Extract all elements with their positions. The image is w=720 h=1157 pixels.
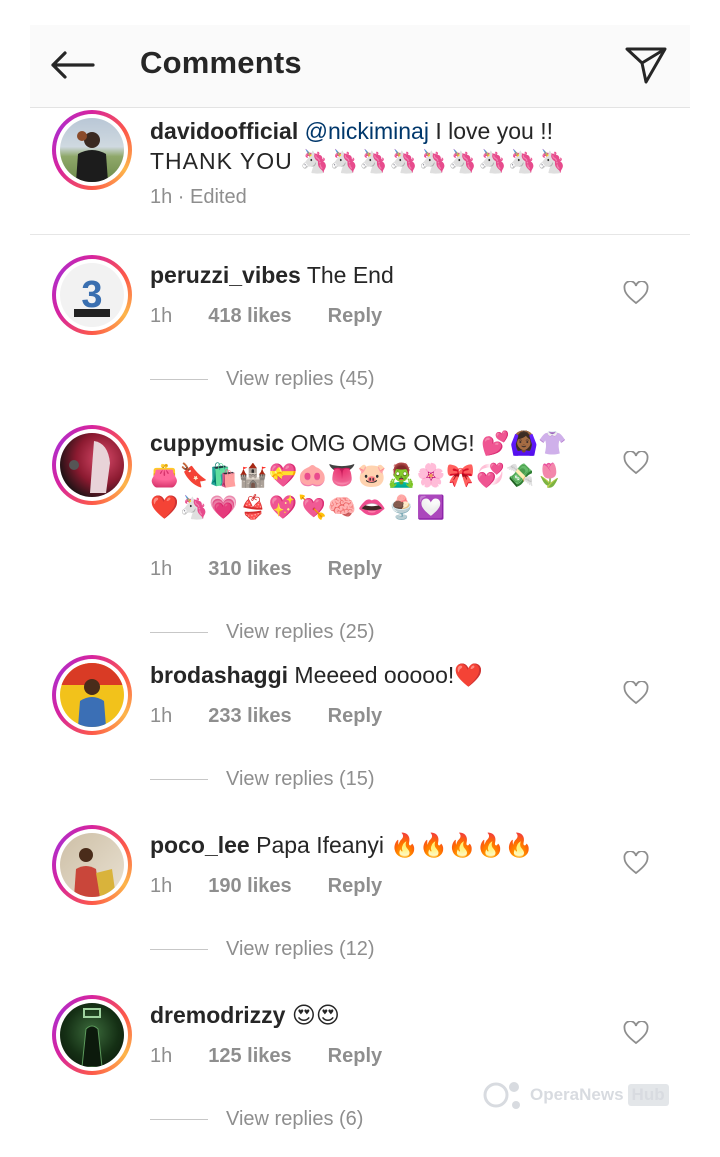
like-button[interactable]	[622, 279, 650, 307]
comment-row: poco_lee Papa Ifeanyi 🔥🔥🔥🔥🔥 1h 190 likes R…	[30, 825, 690, 995]
like-button[interactable]	[622, 849, 650, 877]
like-button[interactable]	[622, 449, 650, 477]
page-title: Comments	[140, 45, 302, 80]
comment-meta: 1h 125 likes Reply	[150, 1045, 382, 1068]
view-replies-button[interactable]: View replies (6)	[150, 1108, 363, 1130]
profile-photo-icon	[69, 441, 110, 493]
profile-photo-icon	[60, 663, 124, 727]
caption-text: davidoofficial @nickiminaj I love you !!…	[150, 116, 620, 176]
reply-button[interactable]: Reply	[328, 1045, 382, 1067]
comment-body: Papa Ifeanyi 🔥🔥🔥🔥🔥	[249, 832, 534, 858]
heart-outline-icon	[623, 451, 649, 475]
mention-link[interactable]: @nickiminaj	[305, 118, 429, 144]
comment-text: brodashaggi Meeeed ooooo!❤️	[150, 659, 600, 691]
caption-meta: 1h · Edited	[150, 186, 247, 208]
replies-divider	[150, 949, 208, 950]
avatar[interactable]	[52, 995, 132, 1075]
reply-button[interactable]: Reply	[328, 305, 382, 327]
comment-time: 1h	[150, 875, 173, 897]
heart-outline-icon	[623, 1021, 649, 1045]
comment-meta: 1h 233 likes Reply	[150, 705, 382, 728]
like-button[interactable]	[622, 1019, 650, 1047]
profile-photo-icon: 3	[74, 274, 110, 317]
view-replies-label: View replies (6)	[226, 1108, 364, 1130]
view-replies-button[interactable]: View replies (25)	[150, 621, 375, 644]
avatar[interactable]	[52, 825, 132, 905]
comment-text: dremodrizzy 😍😍	[150, 999, 600, 1031]
comment-text: cuppymusic OMG OMG OMG! 💕🙆🏾‍♀️👚 👛🔖🛍️🏰💝🐽👅…	[150, 427, 620, 523]
comment-username[interactable]: cuppymusic	[150, 430, 284, 456]
comment-username[interactable]: poco_lee	[150, 832, 250, 858]
replies-divider	[150, 1119, 208, 1120]
profile-photo-icon	[81, 1008, 103, 1067]
comment-body: 😍😍	[285, 1002, 340, 1028]
opera-news-logo-icon	[483, 1082, 520, 1109]
comment-text: peruzzi_vibes The End	[150, 259, 600, 291]
caption-text-line1: I love you !!	[428, 118, 553, 144]
view-replies-button[interactable]: View replies (45)	[150, 368, 375, 391]
comments-screen: Comments davidoofficial @nickiminaj I lo…	[30, 25, 690, 1130]
avatar[interactable]: 3	[52, 255, 132, 335]
like-button[interactable]	[622, 679, 650, 707]
replies-divider	[150, 779, 208, 780]
comment-time: 1h	[150, 1045, 173, 1067]
avatar[interactable]	[52, 655, 132, 735]
caption-username[interactable]: davidoofficial	[150, 118, 298, 144]
likes-count[interactable]: 190 likes	[208, 875, 291, 897]
avatar[interactable]	[52, 110, 132, 190]
view-replies-label: View replies (15)	[226, 768, 375, 790]
likes-count[interactable]: 310 likes	[208, 558, 291, 580]
replies-divider	[150, 632, 208, 633]
view-replies-label: View replies (12)	[226, 938, 375, 960]
likes-count[interactable]: 125 likes	[208, 1045, 291, 1067]
profile-photo-icon	[76, 131, 108, 182]
comment-row: cuppymusic OMG OMG OMG! 💕🙆🏾‍♀️👚 👛🔖🛍️🏰💝🐽👅…	[30, 425, 690, 655]
caption-text-line2: THANK YOU 🦄🦄🦄🦄🦄🦄🦄🦄🦄	[150, 148, 567, 174]
comment-body-line3: ❤️🦄💗👙💖💘🧠👄🍨💟	[150, 494, 447, 520]
view-replies-button[interactable]: View replies (15)	[150, 768, 375, 791]
view-replies-button[interactable]: View replies (12)	[150, 938, 375, 961]
comment-body: The End	[300, 262, 394, 288]
comment-meta: 1h 418 likes Reply	[150, 305, 382, 328]
profile-photo-icon	[74, 848, 116, 897]
reply-button[interactable]: Reply	[328, 558, 382, 580]
comment-body-line2: 👛🔖🛍️🏰💝🐽👅🐷🧟‍♂️🌸🎀💞💸🌷	[150, 462, 565, 488]
comment-username[interactable]: dremodrizzy	[150, 1002, 285, 1028]
arrow-left-icon	[51, 51, 95, 79]
comment-meta: 1h 310 likes Reply	[150, 558, 382, 581]
comment-time: 1h	[150, 558, 173, 580]
send-icon	[625, 47, 667, 84]
reply-button[interactable]: Reply	[328, 875, 382, 897]
watermark-brand: OperaNews	[530, 1085, 624, 1104]
comment-body: Meeeed ooooo!❤️	[288, 662, 483, 688]
watermark-suffix: Hub	[627, 1084, 669, 1106]
comment-row: 3 peruzzi_vibes The End 1h 418 likes Reply…	[30, 255, 690, 425]
comment-text: poco_lee Papa Ifeanyi 🔥🔥🔥🔥🔥	[150, 829, 600, 861]
comment-time: 1h	[150, 705, 173, 727]
likes-count[interactable]: 233 likes	[208, 705, 291, 727]
likes-count[interactable]: 418 likes	[208, 305, 291, 327]
comment-meta: 1h 190 likes Reply	[150, 875, 382, 898]
heart-outline-icon	[623, 681, 649, 705]
comment-username[interactable]: brodashaggi	[150, 662, 288, 688]
comment-body: OMG OMG OMG! 💕🙆🏾‍♀️👚	[284, 430, 567, 456]
comment-time: 1h	[150, 305, 173, 327]
top-bar: Comments	[30, 25, 690, 108]
view-replies-label: View replies (45)	[226, 368, 375, 390]
post-caption: davidoofficial @nickiminaj I love you !!…	[30, 108, 690, 235]
back-button[interactable]	[48, 43, 96, 87]
view-replies-label: View replies (25)	[226, 621, 375, 643]
heart-outline-icon	[623, 851, 649, 875]
heart-outline-icon	[623, 281, 649, 305]
avatar[interactable]	[52, 425, 132, 505]
share-button[interactable]	[622, 41, 670, 89]
watermark: OperaNews Hub	[482, 1072, 682, 1118]
comment-username[interactable]: peruzzi_vibes	[150, 262, 301, 288]
reply-button[interactable]: Reply	[328, 705, 382, 727]
comment-row: brodashaggi Meeeed ooooo!❤️ 1h 233 likes R…	[30, 655, 690, 825]
replies-divider	[150, 379, 208, 380]
